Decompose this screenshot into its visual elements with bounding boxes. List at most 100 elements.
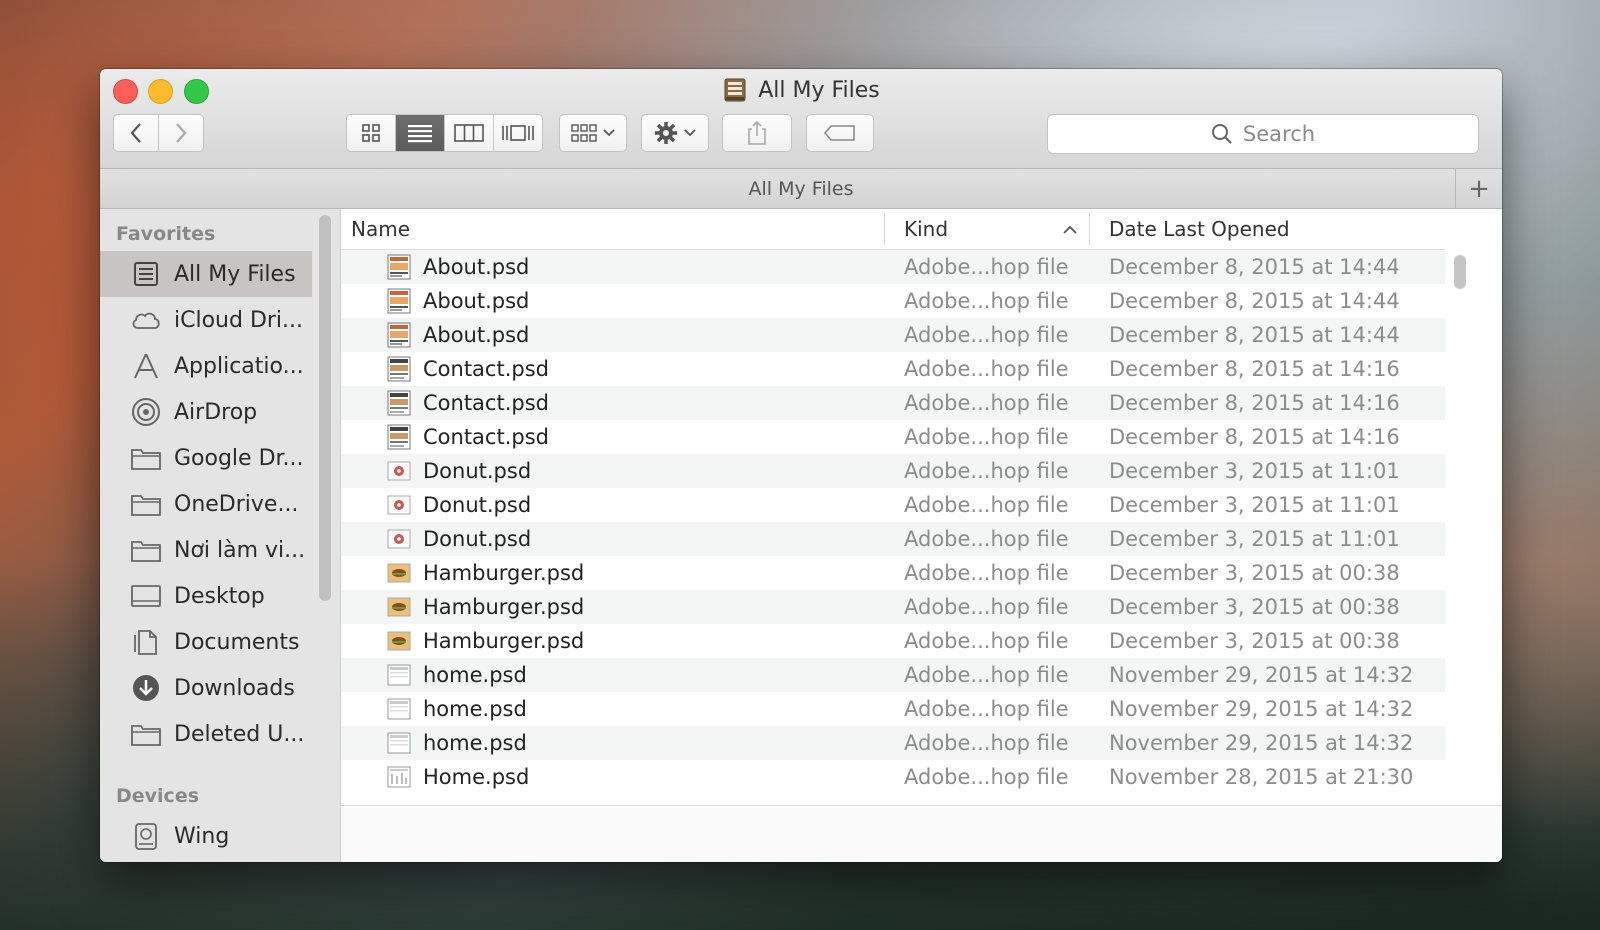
column-view-button[interactable] <box>445 115 494 151</box>
file-kind: Adobe...hop file <box>904 323 1069 347</box>
file-row[interactable]: Hamburger.psd Adobe...hop file December 3,… <box>341 590 1445 624</box>
file-thumbnail-icon <box>387 356 413 382</box>
file-row[interactable]: home.psd Adobe...hop file November 29, 201… <box>341 658 1445 692</box>
action-button[interactable] <box>641 114 709 152</box>
arrange-button[interactable] <box>559 114 627 152</box>
list-view-button[interactable] <box>396 115 445 151</box>
sidebar-item[interactable]: Google Dr... <box>100 435 312 481</box>
sidebar-item[interactable]: Wing <box>100 813 312 859</box>
applications-icon <box>130 350 162 382</box>
file-row[interactable]: Donut.psd Adobe...hop file December 3, 201… <box>341 488 1445 522</box>
column-kind-label: Kind <box>904 217 949 241</box>
file-thumbnail-icon <box>387 730 413 756</box>
file-name: home.psd <box>423 663 527 687</box>
sidebar-item[interactable]: Deleted U... <box>100 711 312 757</box>
file-thumbnail-icon <box>387 526 413 552</box>
file-date: December 3, 2015 at 11:01 <box>1109 493 1400 517</box>
sidebar-item[interactable]: Documents <box>100 619 312 665</box>
file-row[interactable]: Contact.psd Adobe...hop file December 8, 2… <box>341 352 1445 386</box>
file-kind: Adobe...hop file <box>904 527 1069 551</box>
column-header-kind[interactable]: Kind <box>894 209 1089 249</box>
file-list-scrollbar[interactable] <box>1454 255 1466 289</box>
file-kind: Adobe...hop file <box>904 731 1069 755</box>
sidebar-item-label: Documents <box>174 629 300 655</box>
file-row[interactable]: About.psd Adobe...hop file December 8, 201… <box>341 318 1445 352</box>
back-button[interactable] <box>113 114 159 152</box>
sidebar: Favorites All My Files iCloud Dri... Applic… <box>100 209 341 862</box>
file-thumbnail-icon <box>387 288 413 314</box>
sidebar-item[interactable]: Applicatio... <box>100 343 312 389</box>
file-thumbnail-icon <box>387 390 413 416</box>
file-row[interactable]: Contact.psd Adobe...hop file December 8, 2… <box>341 420 1445 454</box>
file-thumbnail-icon <box>387 254 413 280</box>
grid-icon <box>362 124 380 142</box>
file-row[interactable]: Home.psd Adobe...hop file November 28, 201… <box>341 760 1445 794</box>
desktop-icon <box>130 580 162 612</box>
sidebar-item[interactable]: Downloads <box>100 665 312 711</box>
list-footer <box>341 805 1502 862</box>
plus-icon: + <box>1468 173 1490 204</box>
file-thumbnail-icon <box>387 628 413 654</box>
file-row[interactable]: About.psd Adobe...hop file December 8, 201… <box>341 284 1445 318</box>
cover-flow-view-button[interactable] <box>494 115 542 151</box>
file-kind: Adobe...hop file <box>904 765 1069 789</box>
file-thumbnail-icon <box>387 594 413 620</box>
sidebar-item[interactable]: iCloud Dri... <box>100 297 312 343</box>
file-row[interactable]: Donut.psd Adobe...hop file December 3, 201… <box>341 454 1445 488</box>
column-header-date[interactable]: Date Last Opened <box>1099 209 1445 249</box>
sidebar-item[interactable]: AirDrop <box>100 389 312 435</box>
file-name: About.psd <box>423 289 530 313</box>
add-tab-button[interactable]: + <box>1455 169 1502 208</box>
file-row[interactable]: Hamburger.psd Adobe...hop file December 3,… <box>341 624 1445 658</box>
sidebar-scrollbar[interactable] <box>319 215 331 601</box>
file-row[interactable]: Donut.psd Adobe...hop file December 3, 201… <box>341 522 1445 556</box>
file-thumbnail-icon <box>387 662 413 688</box>
sidebar-item[interactable]: Desktop <box>100 573 312 619</box>
window-title: All My Files <box>100 74 1502 106</box>
airdrop-icon <box>130 396 162 428</box>
file-name: Contact.psd <box>423 425 549 449</box>
sidebar-item[interactable]: OneDrive... <box>100 481 312 527</box>
file-name: Home.psd <box>423 765 530 789</box>
column-date-label: Date Last Opened <box>1109 217 1290 241</box>
column-divider[interactable] <box>884 213 885 245</box>
icon-view-button[interactable] <box>347 115 396 151</box>
column-divider[interactable] <box>1089 213 1090 245</box>
sidebar-item-label: All My Files <box>174 261 296 287</box>
view-mode-control <box>346 114 543 152</box>
file-date: November 29, 2015 at 14:32 <box>1109 731 1414 755</box>
file-thumbnail-icon <box>387 696 413 722</box>
file-kind: Adobe...hop file <box>904 663 1069 687</box>
search-field[interactable]: Search <box>1047 114 1479 154</box>
file-kind: Adobe...hop file <box>904 357 1069 381</box>
file-row[interactable]: home.psd Adobe...hop file November 29, 201… <box>341 726 1445 760</box>
toolbar: All My Files Search <box>100 69 1502 169</box>
file-kind: Adobe...hop file <box>904 425 1069 449</box>
file-kind: Adobe...hop file <box>904 629 1069 653</box>
tags-button[interactable] <box>806 114 874 152</box>
tag-icon <box>823 125 855 141</box>
share-button[interactable] <box>722 114 792 152</box>
file-kind: Adobe...hop file <box>904 561 1069 585</box>
file-row[interactable]: Contact.psd Adobe...hop file December 8, 2… <box>341 386 1445 420</box>
file-name: Contact.psd <box>423 357 549 381</box>
file-date: November 28, 2015 at 21:30 <box>1109 765 1414 789</box>
file-row[interactable]: home.psd Adobe...hop file November 29, 201… <box>341 692 1445 726</box>
folder-icon <box>130 488 162 520</box>
file-row[interactable]: Hamburger.psd Adobe...hop file December 3,… <box>341 556 1445 590</box>
forward-button[interactable] <box>158 114 204 152</box>
path-bar-label: All My Files <box>748 177 854 200</box>
file-kind: Adobe...hop file <box>904 493 1069 517</box>
sidebar-item[interactable]: All My Files <box>100 251 312 297</box>
folder-icon <box>130 534 162 566</box>
list-icon <box>408 125 432 143</box>
file-kind: Adobe...hop file <box>904 255 1069 279</box>
finder-window: All My Files Search All My Files + Favor… <box>100 69 1502 862</box>
all-my-files-icon <box>130 258 162 290</box>
chevron-down-icon <box>684 129 696 137</box>
sidebar-item[interactable]: Nơi làm vi... <box>100 527 312 573</box>
downloads-icon <box>130 672 162 704</box>
window-title-text: All My Files <box>758 77 880 103</box>
column-header-name[interactable]: Name <box>341 209 884 249</box>
file-row[interactable]: About.psd Adobe...hop file December 8, 201… <box>341 250 1445 284</box>
